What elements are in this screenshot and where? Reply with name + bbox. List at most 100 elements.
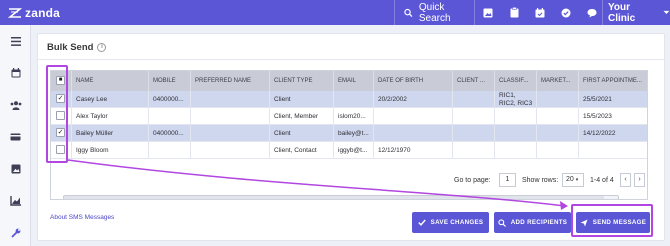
table-cell — [453, 91, 495, 108]
table-cell: Client — [270, 125, 334, 142]
check-icon — [417, 219, 426, 226]
table-cell: islom20... — [334, 108, 374, 125]
table-cell: 12/12/1970 — [374, 142, 453, 159]
table-cell — [149, 108, 191, 125]
check-circle-icon[interactable] — [553, 0, 579, 25]
table-cell — [374, 108, 453, 125]
table-row[interactable]: Alex Taylor Client, Member islom20... 15/5/… — [51, 108, 647, 125]
table-cell — [191, 108, 270, 125]
next-page-button[interactable]: › — [634, 173, 645, 187]
table-cell: 0400000... — [149, 125, 191, 142]
select-all-checkbox[interactable]: ■ — [56, 76, 65, 85]
column-header-name[interactable]: Name — [72, 71, 149, 91]
table-cell: Client — [270, 91, 334, 108]
clipboard-icon[interactable] — [501, 0, 527, 25]
quick-search-button[interactable]: Quick Search — [398, 0, 472, 25]
row-select-cell — [51, 142, 72, 159]
table-cell — [537, 108, 579, 125]
row-checkbox[interactable]: ✓ — [56, 94, 65, 103]
table-cell: Bailey Müller — [72, 125, 149, 142]
table-cell — [495, 142, 537, 159]
menu-icon[interactable] — [0, 32, 31, 50]
table-cell — [149, 142, 191, 159]
logo-text: zanda — [25, 5, 61, 20]
page-number-input[interactable]: 1 — [499, 173, 516, 187]
column-header-marketing[interactable]: Market... — [537, 71, 579, 91]
table-row[interactable]: Iggy Bloom Client, Contact iggyb@t... 12/12… — [51, 142, 647, 159]
bulk-send-panel: Bulk Send i ■ Name Mobile Preferred Name… — [37, 33, 665, 241]
info-icon[interactable]: i — [97, 43, 107, 52]
table-cell: Casey Lee — [72, 91, 149, 108]
table-cell — [537, 142, 579, 159]
clinic-name: Your Clinic — [608, 1, 636, 24]
column-header-date-of-birth[interactable]: Date of Birth — [374, 71, 453, 91]
column-header-first-appointment[interactable]: First Appointme... — [579, 71, 647, 91]
save-changes-button[interactable]: Save Changes — [412, 212, 489, 233]
page-title: Bulk Send — [47, 42, 94, 53]
select-all-cell: ■ — [51, 71, 72, 91]
table-cell: RIC1, RIC2, RIC3 — [495, 91, 537, 108]
clinic-user-menu[interactable]: Your Clinic — [603, 0, 670, 25]
add-recipients-label: Add Recipients — [510, 219, 568, 226]
table-cell — [453, 142, 495, 159]
image-icon[interactable] — [0, 160, 31, 178]
column-header-email[interactable]: Email — [334, 71, 374, 91]
quick-search-label: Quick Search — [418, 1, 451, 24]
users-icon[interactable] — [0, 96, 31, 114]
table-cell: iggyb@t... — [334, 142, 374, 159]
left-sidebar — [0, 25, 31, 246]
calendar-check-icon[interactable] — [527, 0, 553, 25]
save-changes-label: Save Changes — [430, 219, 484, 226]
table-cell — [537, 91, 579, 108]
wrench-icon[interactable] — [0, 224, 31, 242]
top-navigation-bar: zanda Quick Search Your Clinic — [0, 0, 670, 25]
row-checkbox[interactable] — [56, 145, 65, 154]
image-icon[interactable] — [475, 0, 501, 25]
table-cell — [334, 91, 374, 108]
chart-icon[interactable] — [0, 192, 31, 210]
column-header-client-dots[interactable]: Client ... — [453, 71, 495, 91]
prev-page-button[interactable]: ‹ — [620, 173, 631, 187]
about-sms-messages-link[interactable]: About SMS Messages — [50, 214, 114, 221]
row-select-cell: ✓ — [51, 91, 72, 108]
table-cell: bailey@t... — [334, 125, 374, 142]
rows-per-page-select[interactable]: 20 ▾ — [562, 173, 584, 187]
send-icon — [580, 219, 588, 226]
column-header-client-type[interactable]: Client Type — [270, 71, 334, 91]
table-cell: 0400000... — [149, 91, 191, 108]
row-checkbox[interactable] — [56, 111, 65, 120]
horizontal-scrollbar[interactable] — [63, 195, 619, 199]
search-icon — [404, 8, 413, 17]
scrollbar-thumb[interactable] — [64, 196, 604, 199]
table-cell — [453, 108, 495, 125]
table-cell — [495, 125, 537, 142]
table-row[interactable]: ✓ Bailey Müller 0400000... Client bailey@t..… — [51, 125, 647, 142]
table-cell — [579, 142, 647, 159]
table-row[interactable]: ✓ Casey Lee 0400000... Client 20/2/2002 RIC1,… — [51, 91, 647, 108]
row-select-cell — [51, 108, 72, 125]
add-recipients-button[interactable]: Add Recipients — [494, 212, 571, 233]
calendar-icon[interactable] — [0, 64, 31, 82]
column-header-preferred-name[interactable]: Preferred Name — [191, 71, 270, 91]
chevron-down-icon — [663, 10, 670, 14]
column-header-mobile[interactable]: Mobile — [149, 71, 191, 91]
send-message-button[interactable]: Send Message — [576, 212, 650, 233]
show-rows-label: Show rows: — [522, 177, 559, 184]
table-cell — [495, 108, 537, 125]
table-cell — [191, 142, 270, 159]
table-cell: 20/2/2002 — [374, 91, 453, 108]
table-cell: Client, Member — [270, 108, 334, 125]
row-checkbox[interactable]: ✓ — [56, 128, 65, 137]
card-icon[interactable] — [0, 128, 31, 146]
go-to-page-label: Go to page: — [454, 177, 491, 184]
zanda-logo[interactable]: zanda — [8, 4, 60, 21]
table-cell — [453, 125, 495, 142]
table-cell: 14/12/2022 — [583, 130, 616, 137]
pagination-bar: Go to page: 1 Show rows: 20 ▾ 1-4 of 4 ‹… — [38, 173, 666, 191]
column-header-classification[interactable]: Classif... — [495, 71, 537, 91]
table-cell: Iggy Bloom — [72, 142, 149, 159]
search-icon — [498, 218, 506, 227]
row-select-cell: ✓ — [51, 125, 72, 142]
send-message-label: Send Message — [592, 219, 647, 226]
table-cell — [374, 125, 453, 142]
